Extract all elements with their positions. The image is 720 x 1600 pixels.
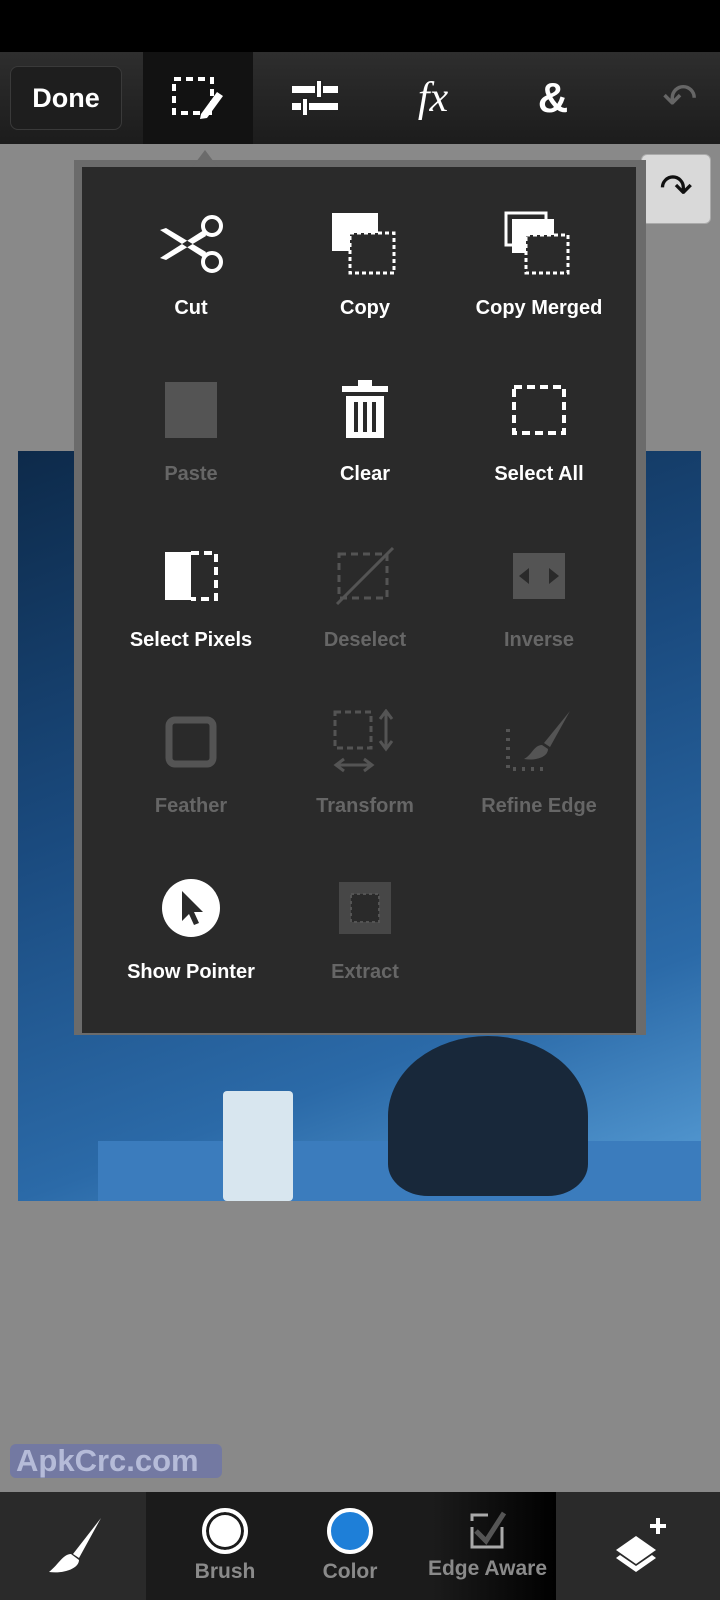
selection-edit-icon: [172, 77, 223, 119]
top-toolbar: Done fx & ↶: [0, 52, 720, 144]
menu-item-label: Extract: [331, 961, 399, 983]
menu-item-deselect: Deselect: [278, 523, 452, 689]
layers-add-icon: [616, 1518, 666, 1572]
inverse-icon: [504, 541, 574, 611]
undo-icon: ↶: [662, 74, 698, 122]
feather-icon: [156, 707, 226, 777]
menu-item-extract: Extract: [278, 855, 452, 1021]
menu-item-transform: Transform: [278, 689, 452, 855]
refine-edge-icon: [504, 707, 574, 777]
menu-item-label: Refine Edge: [481, 795, 597, 817]
adjustments-icon: [292, 80, 338, 116]
redo-icon: ↷: [659, 167, 693, 211]
select-all-icon: [504, 375, 574, 445]
scissors-icon: [156, 209, 226, 279]
status-bar: [0, 0, 720, 52]
copy-merged-icon: [504, 209, 574, 279]
menu-item-clear[interactable]: Clear: [278, 357, 452, 523]
plant-pot: [223, 1091, 293, 1201]
undo-button[interactable]: ↶: [625, 52, 720, 144]
brush-tool-button[interactable]: [30, 1492, 120, 1600]
brush-label: Brush: [194, 1560, 256, 1583]
fx-icon: fx: [417, 75, 449, 121]
menu-item-inverse: Inverse: [452, 523, 626, 689]
trash-icon: [330, 375, 400, 445]
color-label: Color: [322, 1560, 378, 1583]
paintbrush-icon: [49, 1518, 101, 1573]
menu-item-label: Inverse: [503, 629, 575, 651]
selection-menu-popup: Cut Copy Copy Merged Paste Clear Select All Se…: [82, 167, 636, 1033]
ampersand-button[interactable]: &: [498, 52, 608, 144]
menu-item-copy-merged[interactable]: Copy Merged: [452, 191, 626, 357]
menu-item-label: Cut: [174, 297, 208, 319]
brush-size-icon: [202, 1508, 248, 1554]
adjustments-button[interactable]: [260, 52, 370, 144]
menu-item-feather: Feather: [104, 689, 278, 855]
menu-item-label: Feather: [154, 795, 228, 817]
menu-item-show-pointer[interactable]: Show Pointer: [104, 855, 278, 1021]
ampersand-icon: &: [537, 74, 569, 121]
menu-item-paste: Paste: [104, 357, 278, 523]
color-swatch-icon: [327, 1508, 373, 1554]
done-button[interactable]: Done: [10, 66, 122, 130]
menu-item-label: Copy: [340, 297, 390, 319]
fx-button[interactable]: fx: [378, 52, 488, 144]
edge-aware-toggle[interactable]: Edge Aware: [425, 1492, 550, 1600]
menu-item-label: Clear: [339, 463, 391, 485]
transform-icon: [330, 707, 400, 777]
teddy-bear: [388, 1036, 588, 1196]
paste-icon: [156, 375, 226, 445]
watermark: ApkCrc.com: [10, 1444, 222, 1478]
brush-button[interactable]: Brush: [175, 1492, 275, 1600]
edge-aware-label: Edge Aware: [427, 1557, 548, 1580]
menu-item-select-pixels[interactable]: Select Pixels: [104, 523, 278, 689]
menu-item-select-all[interactable]: Select All: [452, 357, 626, 523]
menu-item-label: Select Pixels: [129, 629, 253, 651]
color-button[interactable]: Color: [300, 1492, 400, 1600]
bottom-toolbar: Brush Color Edge Aware: [0, 1492, 720, 1600]
deselect-icon: [330, 541, 400, 611]
menu-item-refine-edge: Refine Edge: [452, 689, 626, 855]
checkbox-icon: [470, 1511, 506, 1549]
menu-item-label: Paste: [164, 463, 218, 485]
extract-icon: [330, 873, 400, 943]
menu-item-label: Copy Merged: [475, 297, 603, 319]
menu-item-label: Show Pointer: [127, 961, 255, 983]
menu-item-cut[interactable]: Cut: [104, 191, 278, 357]
copy-icon: [330, 209, 400, 279]
selection-tool-button[interactable]: [143, 52, 253, 144]
menu-item-copy[interactable]: Copy: [278, 191, 452, 357]
menu-item-label: Select All: [494, 463, 584, 485]
redo-button[interactable]: ↷: [641, 154, 711, 224]
menu-item-label: Deselect: [323, 629, 407, 651]
select-pixels-icon: [156, 541, 226, 611]
pointer-icon: [156, 873, 226, 943]
add-layer-button[interactable]: [600, 1492, 680, 1600]
menu-item-label: Transform: [316, 795, 414, 817]
